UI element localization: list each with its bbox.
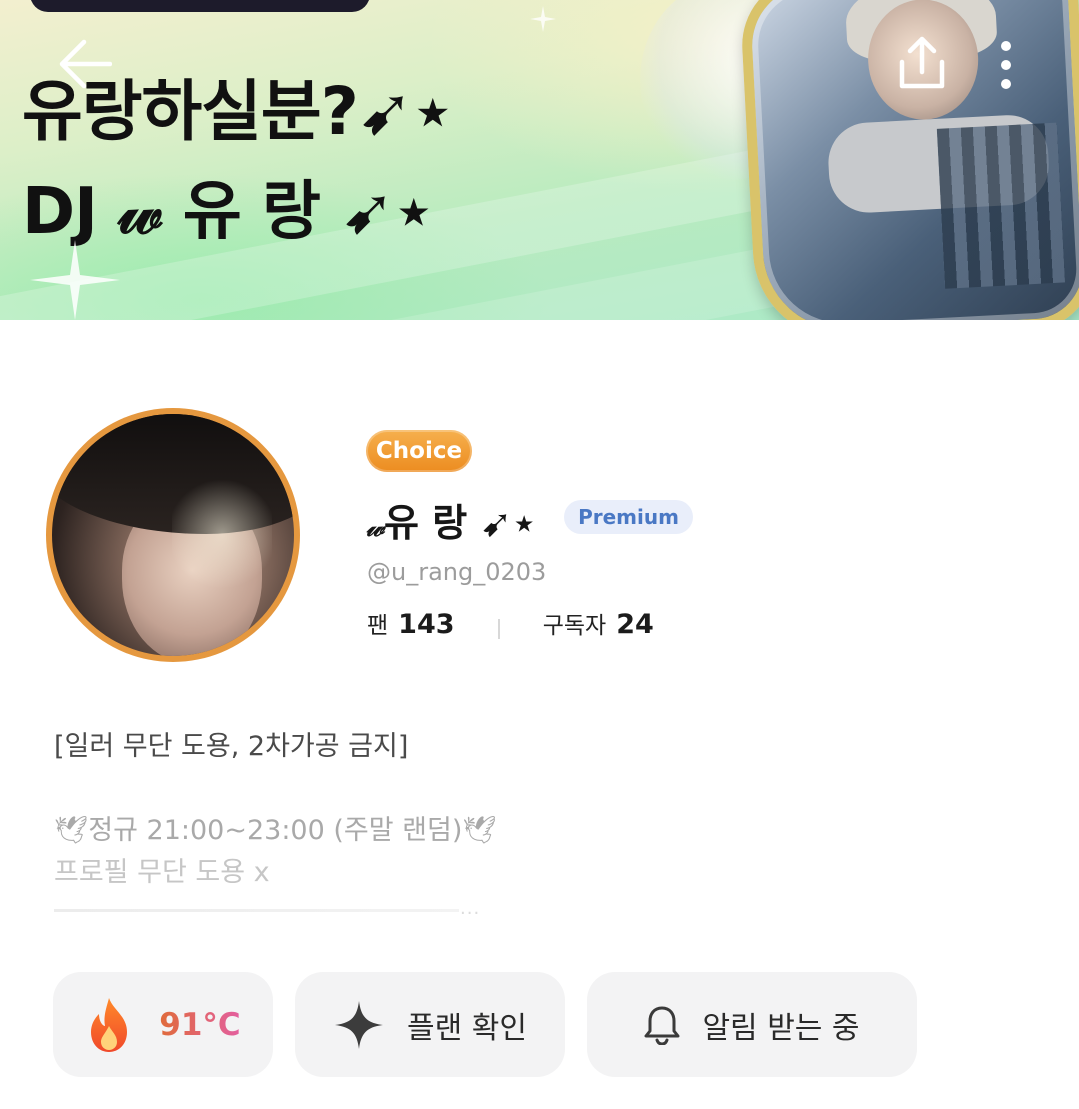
fans-label: 팬	[367, 613, 389, 639]
sparkle-icon	[530, 6, 556, 32]
profile-name-text: 유 랑 ➹⋆	[384, 501, 537, 545]
share-icon[interactable]	[894, 36, 950, 92]
premium-badge: Premium	[564, 500, 693, 534]
banner-dark-strip	[30, 0, 370, 12]
fire-icon	[91, 997, 128, 1052]
subscribers-stat[interactable]: 구독자 24	[543, 609, 654, 640]
bio-more-dots[interactable]: ...	[460, 898, 480, 919]
plan-check-label: 플랜 확인	[407, 1010, 527, 1046]
subscribers-count: 24	[616, 609, 654, 640]
notification-label: 알림 받는 중	[702, 1010, 860, 1046]
sparkle-star-icon	[335, 1000, 384, 1049]
bio-line: [일러 무단 도용, 2차가공 금지]	[54, 731, 409, 762]
bio-line: 프로필 무단 도용 x	[54, 857, 270, 888]
bell-icon	[644, 1006, 680, 1045]
subscribers-label: 구독자	[542, 613, 607, 639]
sparkle-icon	[30, 240, 120, 320]
notification-button[interactable]: 알림 받는 중	[587, 972, 917, 1077]
bio-line: 🕊정규 21:00~23:00 (주말 랜덤)🕊	[54, 815, 497, 846]
banner-title-line2: DJ 𝓌 유 랑 ➹⋆	[22, 175, 434, 249]
fans-count: 143	[398, 609, 455, 640]
avatar-image	[52, 414, 294, 656]
name-decoration: 𝓌	[366, 513, 385, 543]
temperature-value: 91°C	[159, 1006, 241, 1043]
back-arrow-icon[interactable]	[58, 38, 112, 90]
fans-stat[interactable]: 팬 143	[367, 609, 460, 640]
user-handle: @u_rang_0203	[367, 558, 547, 586]
bio-fade-divider	[54, 909, 459, 912]
plan-check-button[interactable]: 플랜 확인	[295, 972, 565, 1077]
profile-name: 𝓌유 랑 ➹⋆	[366, 492, 536, 547]
more-vertical-icon[interactable]	[992, 40, 1020, 90]
profile-stats: 팬 143 구독자 24	[367, 606, 654, 646]
avatar[interactable]	[46, 408, 300, 662]
stats-divider	[497, 618, 500, 639]
temperature-button[interactable]: 91°C	[53, 972, 273, 1077]
choice-badge: Choice	[366, 430, 472, 472]
